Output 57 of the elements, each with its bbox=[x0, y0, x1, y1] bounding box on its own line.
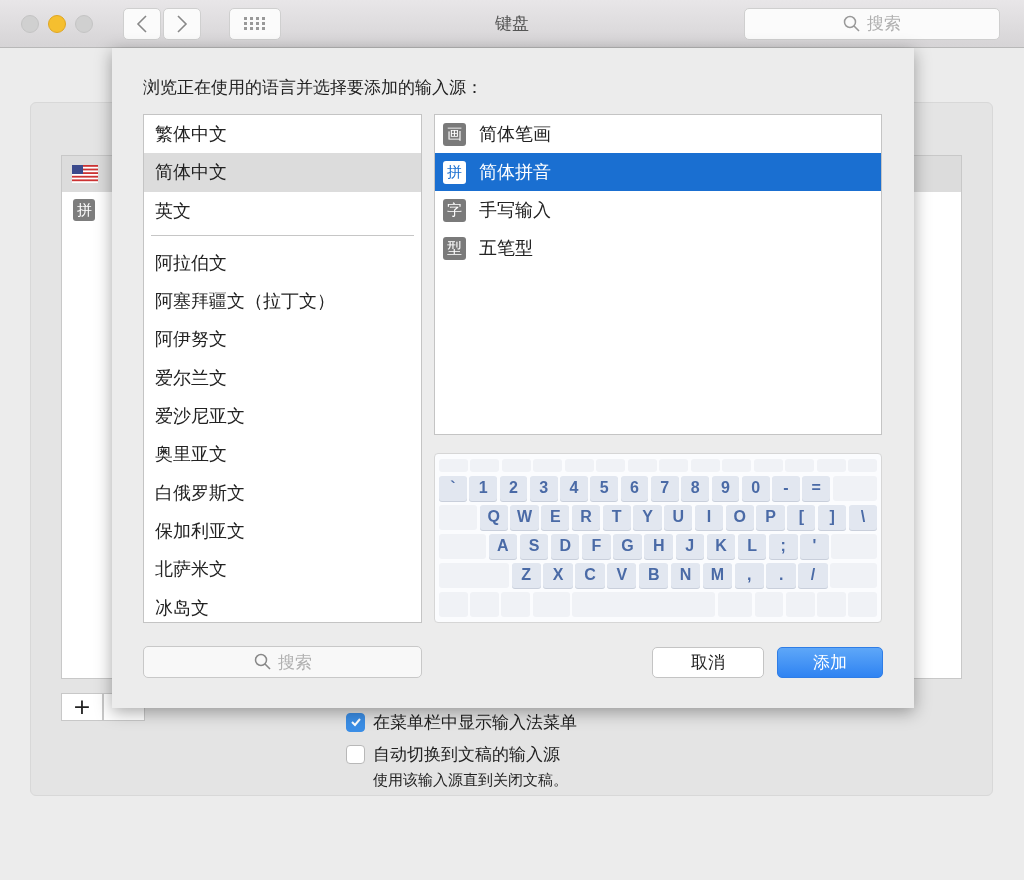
keyboard-key: 9 bbox=[711, 475, 740, 501]
keyboard-key: P bbox=[756, 504, 785, 530]
keyboard-key: ; bbox=[769, 533, 798, 559]
option-note: 使用该输入源直到关闭文稿。 bbox=[373, 771, 569, 790]
keyboard-key: . bbox=[766, 562, 796, 588]
keyboard-key: U bbox=[664, 504, 693, 530]
keyboard-key: N bbox=[670, 562, 701, 588]
keyboard-key: 6 bbox=[620, 475, 649, 501]
keyboard-key: ` bbox=[439, 475, 467, 501]
keyboard-key: W bbox=[510, 504, 539, 530]
keyboard-key: H bbox=[644, 533, 673, 559]
keyboard-key: S bbox=[519, 533, 549, 559]
keyboard-key: I bbox=[694, 504, 724, 530]
keyboard-key: 4 bbox=[560, 475, 588, 501]
input-method-icon: 拼 bbox=[73, 199, 95, 221]
keyboard-key: E bbox=[541, 504, 570, 530]
input-method-icon: 字 bbox=[443, 198, 466, 222]
keyboard-key: 2 bbox=[499, 475, 528, 501]
keyboard-key: - bbox=[772, 475, 800, 501]
checkbox-label: 自动切换到文稿的输入源 bbox=[373, 742, 560, 766]
keyboard-key: C bbox=[575, 562, 605, 588]
keyboard-key: 0 bbox=[741, 475, 770, 501]
keyboard-key: 5 bbox=[590, 475, 619, 501]
keyboard-key: Y bbox=[633, 504, 662, 530]
keyboard-key: , bbox=[734, 562, 764, 588]
keyboard-key: = bbox=[802, 475, 831, 501]
keyboard-key: V bbox=[607, 562, 637, 588]
keyboard-key: B bbox=[639, 562, 669, 588]
keyboard-key: 8 bbox=[681, 475, 709, 501]
keyboard-key: D bbox=[550, 533, 580, 559]
keyboard-key: L bbox=[737, 533, 767, 559]
keyboard-key: \ bbox=[848, 504, 877, 530]
keyboard-key: / bbox=[798, 562, 828, 588]
checkbox-label: 在菜单栏中显示输入法菜单 bbox=[373, 710, 577, 734]
keyboard-key: R bbox=[571, 504, 601, 530]
sheet-heading: 浏览正在使用的语言并选择要添加的输入源： bbox=[143, 76, 484, 99]
keyboard-key: 3 bbox=[529, 475, 558, 501]
keyboard-key: T bbox=[602, 504, 631, 530]
keyboard-key: ] bbox=[818, 504, 847, 530]
keyboard-key: O bbox=[725, 504, 754, 530]
keyboard-key: Z bbox=[511, 562, 541, 588]
input-method-icon: 拼 bbox=[443, 160, 466, 184]
keyboard-key: F bbox=[582, 533, 611, 559]
keyboard-key: A bbox=[488, 533, 518, 559]
keyboard-key: Q bbox=[479, 504, 508, 530]
keyboard-key: G bbox=[613, 533, 642, 559]
input-method-icon: 型 bbox=[443, 236, 466, 260]
keyboard-key: K bbox=[706, 533, 736, 559]
keyboard-key: 7 bbox=[650, 475, 679, 501]
keyboard-key: ' bbox=[800, 533, 829, 559]
keyboard-key: M bbox=[702, 562, 732, 588]
input-method-icon: 画 bbox=[443, 122, 466, 146]
keyboard-key: [ bbox=[787, 504, 816, 530]
keyboard-key: 1 bbox=[469, 475, 497, 501]
keyboard-key: J bbox=[675, 533, 705, 559]
window-title: 键盘 bbox=[495, 12, 529, 35]
keyboard-key: X bbox=[543, 562, 573, 588]
